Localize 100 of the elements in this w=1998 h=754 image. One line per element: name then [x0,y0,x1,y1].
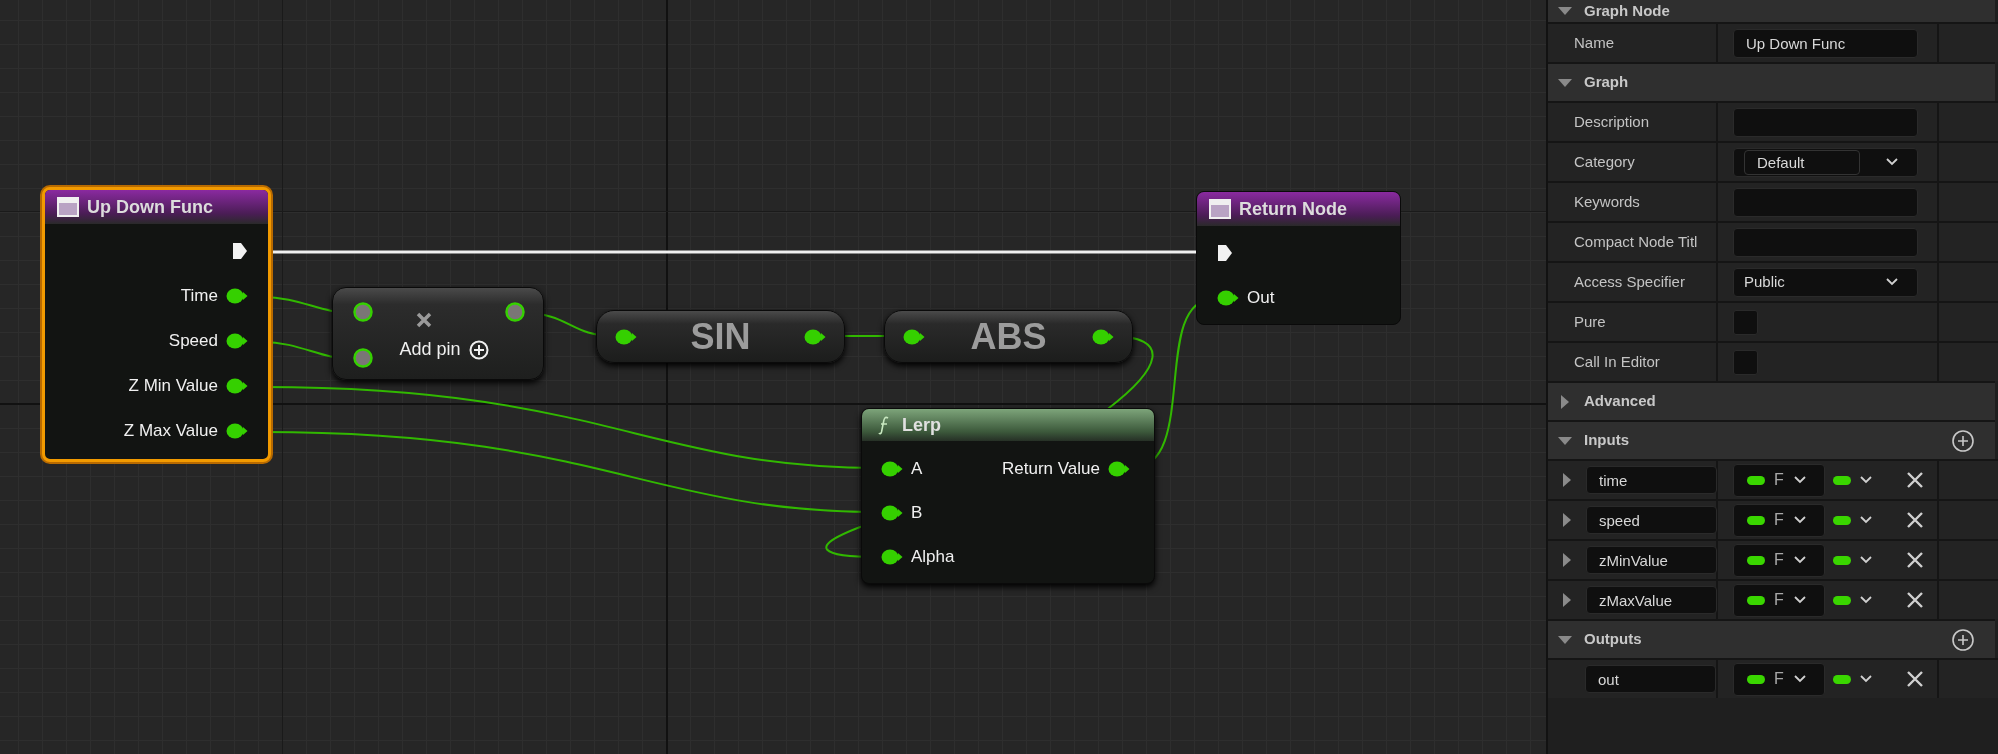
pin-type-icon [1747,555,1765,565]
section-header[interactable]: Advanced [1548,381,1995,420]
chevron-down-icon [1859,595,1873,605]
section-header[interactable]: Outputs [1548,619,1995,658]
pin-icon[interactable] [505,302,525,322]
exec-pin-icon[interactable] [232,242,248,260]
parameter-name-field[interactable]: out [1585,665,1716,693]
parameter-name-field[interactable]: zMinValue [1586,546,1717,574]
add-button[interactable] [1951,428,1975,453]
multiply-node[interactable]: Add pin [332,287,544,380]
pin-icon[interactable] [881,549,903,565]
chevron-down-icon [1885,157,1899,167]
type-selector[interactable]: F [1733,583,1825,617]
parameter-name-field[interactable]: time [1586,466,1717,494]
dropdown[interactable]: Public [1733,267,1918,297]
text-field[interactable] [1733,227,1918,257]
container-type-selector[interactable] [1833,515,1873,525]
remove-button[interactable] [1905,590,1925,610]
property-label: Access Specifier [1574,271,1685,292]
combo-value[interactable]: Default [1744,149,1860,175]
node-title: Return Node [1239,197,1347,221]
node-title: SIN [690,318,751,355]
pin-icon[interactable] [226,378,248,394]
pin-type-icon [1833,475,1851,485]
add-button[interactable] [1951,627,1975,652]
pin-type-icon [1833,595,1851,605]
pin-type-icon [1833,674,1851,684]
section-header[interactable]: Inputs [1548,420,1995,459]
container-type-selector[interactable] [1833,595,1873,605]
container-type-selector[interactable] [1833,555,1873,565]
checkbox[interactable] [1733,309,1758,335]
function-node[interactable]: Return Node Out [1196,191,1401,325]
function-node[interactable]: Lerp A B Alpha Return Value [861,408,1155,584]
type-selector[interactable]: F [1733,543,1825,577]
pin-icon[interactable] [881,461,903,477]
multiply-icon [416,312,432,328]
chevron-down-icon [1885,277,1899,287]
pin-icon[interactable] [1108,461,1130,477]
pin-label: Z Max Value [123,420,218,443]
pin-icon[interactable] [1217,290,1239,306]
parameter-name-field[interactable]: zMaxValue [1586,586,1717,614]
type-selector[interactable]: F [1733,463,1825,497]
pin-label: Speed [168,330,218,353]
add-pin-button[interactable]: Add pin [399,336,489,363]
pin-icon[interactable] [226,333,248,349]
close-icon [1905,550,1925,570]
property-label: Compact Node Titl [1574,231,1698,252]
section-header[interactable]: Graph [1548,62,1995,101]
graph-canvas[interactable]: Up Down Func Time Speed Z Min Value Z Max Value Add pin SIN ABS Lerp A B Alpha Return Value Return Node Out [0,0,1546,754]
pin-type-icon [1747,475,1765,485]
pin-type-icon [1747,595,1765,605]
pin-label: Out [1247,287,1275,310]
function-icon [1209,199,1231,219]
remove-button[interactable] [1905,669,1925,689]
compact-node[interactable]: SIN [596,310,845,363]
add-icon [1951,627,1975,652]
section-header[interactable]: Graph Node [1548,0,1995,22]
chevron-down-icon [1792,515,1807,525]
parameter-name-field[interactable]: speed [1586,506,1717,534]
pin-icon[interactable] [353,302,373,322]
pin-type-icon [1747,674,1765,684]
pin-icon[interactable] [804,328,826,345]
pin-type-icon [1833,555,1851,565]
remove-button[interactable] [1905,470,1925,490]
add-icon [1951,428,1975,453]
pin-icon[interactable] [1092,328,1114,345]
section-title: Outputs [1584,629,1643,650]
pin-type-icon [1747,515,1765,525]
exec-pin-icon[interactable] [1217,244,1233,262]
type-selector[interactable]: F [1733,503,1825,537]
text-field[interactable]: Up Down Func [1733,28,1918,58]
property-label: Category [1574,151,1635,172]
property-label: Description [1574,111,1650,132]
pin-icon[interactable] [226,288,248,304]
container-type-selector[interactable] [1833,674,1873,684]
checkbox[interactable] [1733,349,1758,375]
text-field[interactable] [1733,107,1918,137]
pin-type-icon [1833,515,1851,525]
type-selector[interactable]: F [1733,662,1825,696]
pin-label: Return Value [1002,458,1100,481]
pin-icon[interactable] [881,505,903,521]
remove-button[interactable] [1905,550,1925,570]
container-type-selector[interactable] [1833,475,1873,485]
function-icon [878,415,890,435]
node-title: Up Down Func [87,195,213,219]
text-field[interactable] [1733,187,1918,217]
chevron-down-icon [1859,674,1873,684]
pin-icon[interactable] [615,328,637,345]
category-combo-box[interactable]: Default [1733,147,1918,177]
chevron-down-icon [1792,475,1807,485]
pin-icon[interactable] [903,328,925,345]
compact-node[interactable]: ABS [884,310,1133,363]
chevron-down-icon [1792,595,1807,605]
remove-button[interactable] [1905,510,1925,530]
section-title: Graph [1584,72,1630,93]
function-node[interactable]: Up Down Func Time Speed Z Min Value Z Max Value [42,187,271,462]
pin-icon[interactable] [353,348,373,368]
pin-icon[interactable] [226,423,248,439]
property-label: Keywords [1574,191,1640,212]
pin-label: A [911,458,923,481]
